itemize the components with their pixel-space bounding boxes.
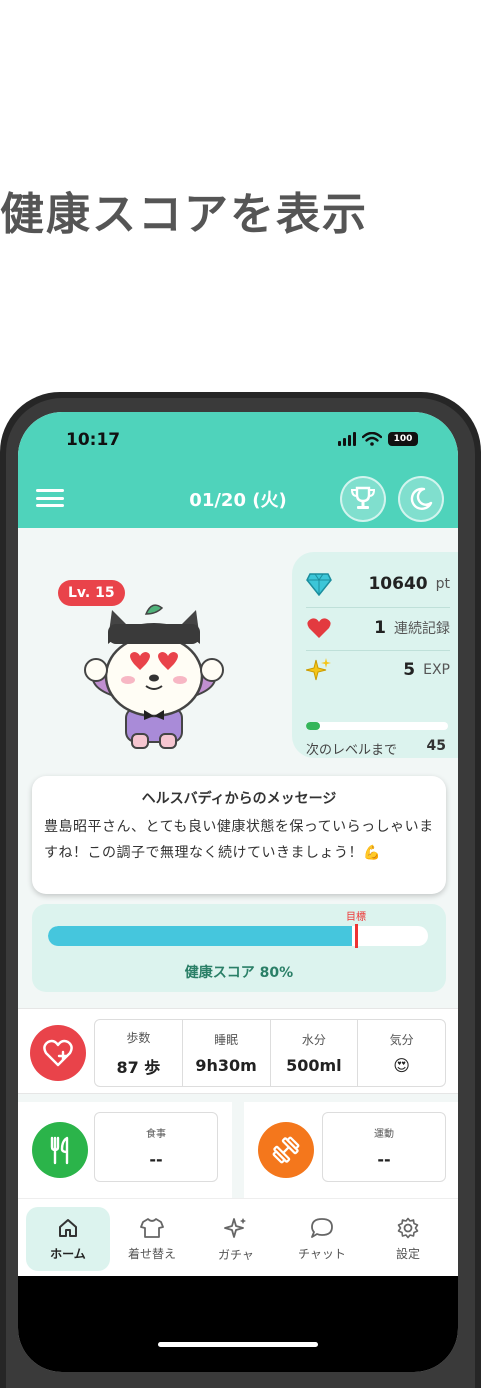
meal-value: -- — [149, 1150, 163, 1169]
app-screen: 10:17 100 01/20 (火) Lv. 15 10640 pt 1 連続… — [18, 412, 458, 1372]
streak-unit: 連続記録 — [394, 621, 450, 637]
water-cell[interactable]: 水分 500ml — [271, 1020, 359, 1086]
tab-settings-label: 設定 — [395, 1246, 420, 1261]
mascot-character[interactable] — [74, 596, 234, 756]
tab-home[interactable]: ホーム — [26, 1207, 110, 1271]
add-vitals-button[interactable] — [30, 1025, 86, 1081]
message-card: ヘルスバディからのメッセージ 豊島昭平さん、とても良い健康状態を保っていらっしゃ… — [32, 776, 446, 894]
divider — [306, 650, 450, 651]
exercise-section: 運動 -- — [244, 1102, 458, 1198]
meal-section: 食事 -- — [18, 1102, 232, 1198]
mood-label: 気分 — [389, 1033, 414, 1047]
exp-value: 5 — [403, 660, 416, 680]
app-bar: 01/20 (火) — [18, 476, 458, 524]
health-score-bar — [48, 926, 428, 946]
health-score-label: 健康スコア 80% — [184, 965, 294, 981]
home-icon — [59, 1218, 77, 1237]
mood-cell[interactable]: 気分 😍 — [358, 1020, 445, 1086]
message-body: 豊島昭平さん、とても良い健康状態を保っていらっしゃいますね！この調子で無理なく続… — [44, 819, 434, 861]
bottom-tab-bar: ホーム 着せ替え ガチャ チャット 設定 — [18, 1198, 458, 1276]
headline: 健康スコアを表示 — [0, 189, 368, 240]
steps-cell[interactable]: 歩数 87 歩 — [95, 1020, 183, 1086]
moon-icon — [410, 487, 433, 510]
streak-row: 1 連続記録 — [306, 614, 450, 642]
exp-progress-fill — [306, 722, 321, 730]
message-title: ヘルスバディからのメッセージ — [141, 791, 337, 807]
divider — [306, 607, 450, 608]
sparkle-icon — [306, 657, 332, 683]
points-value: 10640 — [368, 574, 428, 594]
tab-gacha[interactable]: ガチャ — [194, 1207, 278, 1271]
sparkle-icon — [224, 1217, 246, 1238]
next-level-label: 次のレベルまで — [306, 743, 398, 758]
sleep-value: 9h30m — [195, 1056, 257, 1075]
gear-icon — [397, 1217, 419, 1238]
vitals-row: 歩数 87 歩 睡眠 9h30m 水分 500ml 気分 😍 — [18, 1008, 458, 1094]
activity-row: 食事 -- 運動 -- — [18, 1102, 458, 1198]
dumbbell-icon — [272, 1136, 300, 1164]
character-area: Lv. 15 — [18, 552, 288, 772]
night-mode-button[interactable] — [398, 476, 444, 522]
exp-progress-bar — [306, 722, 448, 730]
exp-unit: EXP — [423, 662, 450, 678]
chat-bubble-icon — [311, 1217, 333, 1238]
tab-settings[interactable]: 設定 — [366, 1207, 450, 1271]
heart-plus-icon — [43, 1039, 73, 1067]
tab-gacha-label: ガチャ — [218, 1247, 254, 1262]
battery-icon: 100 — [388, 432, 418, 446]
fork-knife-icon — [50, 1136, 69, 1165]
meal-button[interactable] — [32, 1122, 88, 1178]
status-time: 10:17 — [66, 430, 121, 450]
meal-box[interactable]: 食事 -- — [94, 1112, 218, 1182]
exercise-button[interactable] — [258, 1122, 314, 1178]
tab-chat-label: チャット — [298, 1246, 346, 1261]
sleep-cell[interactable]: 睡眠 9h30m — [183, 1020, 271, 1086]
current-date: 01/20 (火) — [189, 490, 287, 511]
meal-label: 食事 — [146, 1129, 166, 1140]
diamond-icon — [306, 571, 332, 597]
home-content: Lv. 15 10640 pt 1 連続記録 5 EXP 次のレベルまで 45 … — [18, 528, 458, 1198]
wifi-icon — [362, 432, 382, 446]
steps-value: 87 歩 — [116, 1057, 161, 1077]
header-area: 10:17 100 01/20 (火) — [18, 412, 458, 528]
health-score-card: 目標 健康スコア 80% — [32, 904, 446, 992]
sleep-label: 睡眠 — [214, 1033, 239, 1047]
heart-icon — [306, 615, 332, 641]
streak-value: 1 — [374, 618, 386, 638]
mood-value: 😍 — [393, 1056, 410, 1075]
goal-label: 目標 — [346, 912, 366, 923]
status-icons: 100 — [338, 432, 418, 446]
signal-icon — [338, 432, 356, 446]
tab-dressup-label: 着せ替え — [127, 1246, 176, 1261]
exercise-label: 運動 — [374, 1129, 394, 1140]
vitals-summary[interactable]: 歩数 87 歩 睡眠 9h30m 水分 500ml 気分 😍 — [94, 1019, 446, 1087]
water-value: 500ml — [286, 1056, 342, 1075]
shirt-icon — [140, 1217, 164, 1238]
goal-marker — [354, 924, 358, 948]
exercise-box[interactable]: 運動 -- — [322, 1112, 446, 1182]
next-level-value: 45 — [426, 738, 446, 754]
exp-row: 5 EXP — [306, 656, 450, 684]
steps-label: 歩数 — [126, 1030, 151, 1045]
bottom-area — [18, 1276, 458, 1372]
trophy-icon — [350, 486, 376, 509]
tab-dressup[interactable]: 着せ替え — [110, 1207, 194, 1271]
home-indicator[interactable] — [158, 1342, 318, 1347]
stats-card: 10640 pt 1 連続記録 5 EXP 次のレベルまで 45 — [292, 552, 458, 758]
health-score-fill — [48, 926, 352, 946]
water-label: 水分 — [301, 1033, 326, 1047]
status-bar: 10:17 100 — [18, 430, 458, 452]
tab-home-label: ホーム — [50, 1246, 86, 1261]
trophy-button[interactable] — [340, 476, 386, 522]
points-unit: pt — [435, 576, 450, 592]
points-row: 10640 pt — [306, 570, 450, 598]
tab-chat[interactable]: チャット — [280, 1207, 364, 1271]
exercise-value: -- — [377, 1150, 391, 1169]
